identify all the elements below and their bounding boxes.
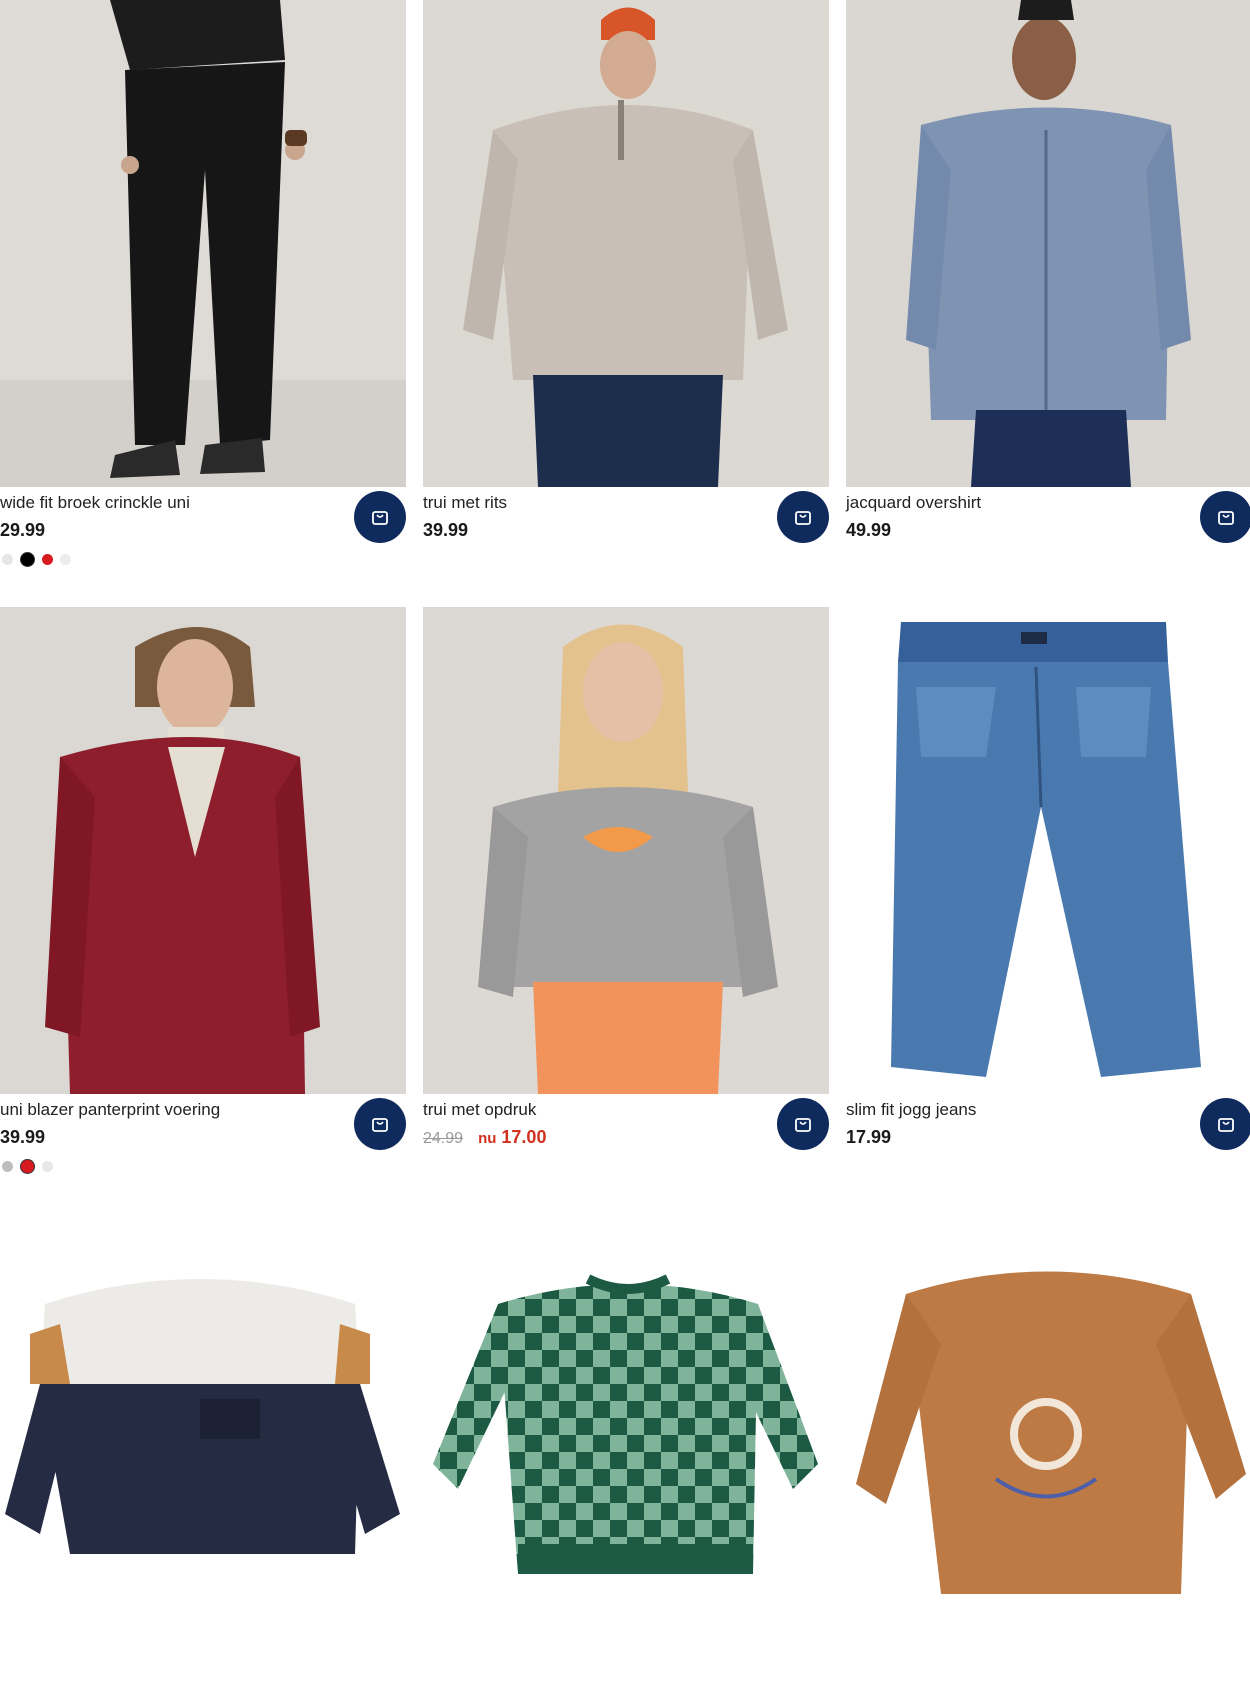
color-swatch-selected[interactable] [20, 1159, 35, 1174]
product-price: 39.99 [423, 520, 469, 540]
shopping-bag-icon [372, 511, 388, 525]
product-card[interactable]: jacquard overshirt 49.99 [846, 0, 1250, 543]
color-swatch[interactable] [2, 554, 13, 565]
color-swatch[interactable] [42, 554, 53, 565]
color-swatches [2, 1159, 53, 1174]
color-swatch[interactable] [2, 1161, 13, 1172]
product-title[interactable]: jacquard overshirt [846, 493, 981, 513]
product-price: 17.99 [846, 1127, 892, 1147]
product-price: 39.99 [0, 1127, 46, 1147]
shopping-bag-icon [1218, 1118, 1234, 1132]
color-swatch-selected[interactable] [20, 552, 35, 567]
product-image[interactable] [423, 1214, 829, 1701]
color-swatches [2, 552, 71, 567]
add-to-cart-button[interactable] [354, 491, 406, 543]
product-price: 49.99 [846, 520, 892, 540]
original-price: 24.99 [423, 1130, 464, 1147]
color-swatch[interactable] [42, 1161, 53, 1172]
add-to-cart-button[interactable] [777, 491, 829, 543]
sale-price: 17.00 [501, 1127, 547, 1147]
product-card[interactable]: trui met rits 39.99 [423, 0, 829, 543]
product-image[interactable] [0, 1214, 406, 1701]
shopping-bag-icon [1218, 511, 1234, 525]
product-card[interactable]: trui met opdruk 24.99 nu 17.00 [423, 607, 829, 1150]
product-card[interactable]: uni blazer panterprint voering 39.99 [0, 607, 406, 1174]
product-image[interactable] [423, 607, 829, 1094]
add-to-cart-button[interactable] [1200, 1098, 1250, 1150]
product-photo-blazer [0, 607, 406, 1094]
product-photo-checkered-sweater [423, 1214, 829, 1701]
add-to-cart-button[interactable] [1200, 491, 1250, 543]
color-swatch[interactable] [60, 554, 71, 565]
shopping-bag-icon [795, 1118, 811, 1132]
product-card[interactable]: wide fit broek crinckle uni 29.99 [0, 0, 406, 567]
add-to-cart-button[interactable] [777, 1098, 829, 1150]
shopping-bag-icon [795, 511, 811, 525]
shopping-bag-icon [372, 1118, 388, 1132]
product-photo-overshirt [846, 0, 1250, 487]
product-card[interactable] [423, 1214, 829, 1701]
product-title[interactable]: trui met opdruk [423, 1100, 536, 1120]
product-photo-print-sweater [423, 607, 829, 1094]
product-title[interactable]: uni blazer panterprint voering [0, 1100, 220, 1120]
product-image[interactable] [846, 1214, 1250, 1701]
add-to-cart-button[interactable] [354, 1098, 406, 1150]
product-image[interactable] [0, 0, 406, 487]
product-price: 29.99 [0, 520, 46, 540]
product-image[interactable] [0, 607, 406, 1094]
product-photo-pants [0, 0, 406, 487]
product-title[interactable]: trui met rits [423, 493, 507, 513]
product-image[interactable] [423, 0, 829, 487]
product-photo-colorblock-sweater [0, 1214, 406, 1701]
product-image[interactable] [846, 0, 1250, 487]
product-image[interactable] [846, 607, 1250, 1094]
product-price: 24.99 nu 17.00 [423, 1127, 546, 1148]
sale-label: nu [478, 1130, 497, 1147]
product-title[interactable]: slim fit jogg jeans [846, 1100, 976, 1120]
product-photo-brown-sweater [846, 1214, 1250, 1701]
product-card[interactable]: slim fit jogg jeans 17.99 [846, 607, 1250, 1150]
product-photo-jeans [846, 607, 1250, 1094]
product-card[interactable] [0, 1214, 406, 1701]
product-title[interactable]: wide fit broek crinckle uni [0, 493, 190, 513]
product-card[interactable] [846, 1214, 1250, 1701]
product-photo-sweater [423, 0, 829, 487]
